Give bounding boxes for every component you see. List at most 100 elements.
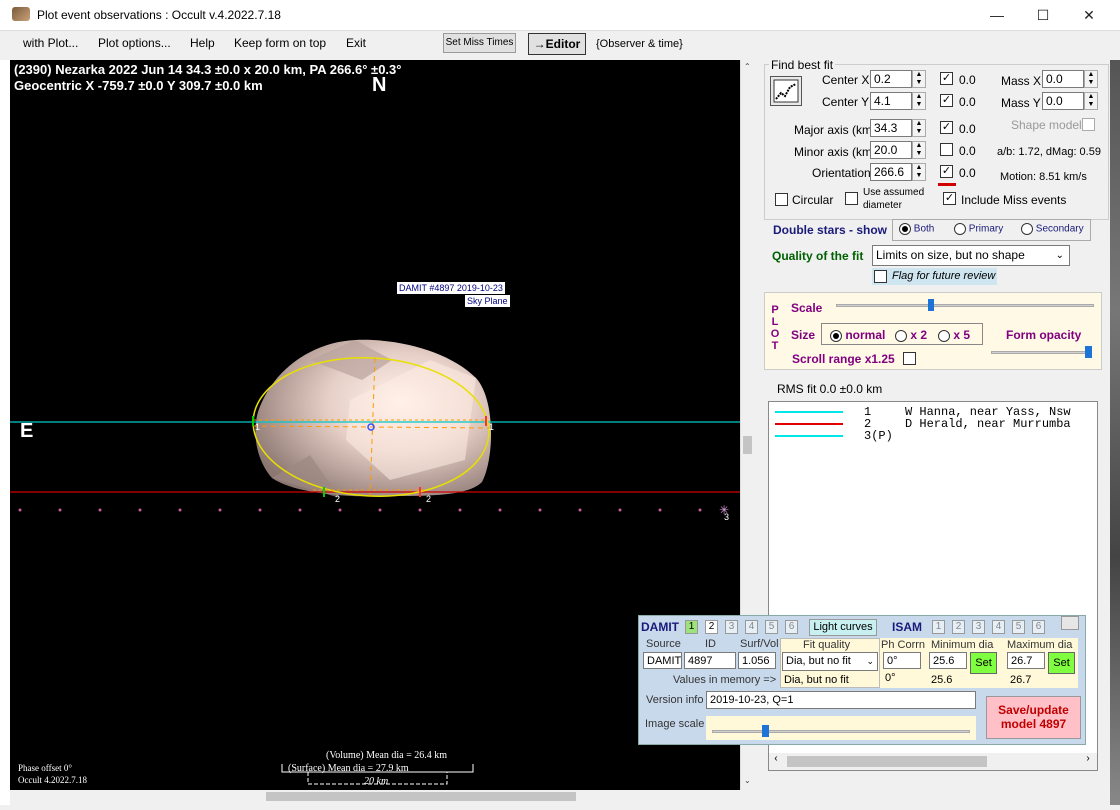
min-dia-header: Minimum dia xyxy=(931,639,994,651)
surfvol-field[interactable]: 1.056 xyxy=(738,652,776,669)
fit-graph-button[interactable] xyxy=(770,76,802,106)
use-assumed-checkbox[interactable] xyxy=(845,192,858,205)
scale-slider-thumb[interactable] xyxy=(928,299,934,311)
size-x5-radio[interactable]: x 5 xyxy=(938,328,970,342)
list-hscrollbar[interactable]: ‹ › xyxy=(769,753,1097,770)
minor-axis-spinner[interactable]: ▲ ▼ xyxy=(912,141,926,159)
size-normal-radio[interactable]: normal xyxy=(830,328,885,342)
plot-side-label: P L O T xyxy=(770,304,780,352)
both-radio[interactable]: Both xyxy=(899,223,934,235)
orientation-spinner[interactable]: ▲ ▼ xyxy=(912,163,926,181)
damit-tab-2[interactable]: 2 xyxy=(705,620,718,634)
isam-tab-6[interactable]: 6 xyxy=(1032,620,1045,634)
scroll-down-icon[interactable]: ⌄ xyxy=(744,776,751,785)
isam-tab-3[interactable]: 3 xyxy=(972,620,985,634)
list-hscroll-thumb[interactable] xyxy=(787,756,987,767)
size-normal-label: normal xyxy=(845,328,886,342)
mass-x-spinner[interactable]: ▲ ▼ xyxy=(1084,70,1098,88)
size-x2-dot[interactable] xyxy=(895,329,907,342)
both-radio-dot[interactable] xyxy=(899,223,911,235)
primary-radio-dot[interactable] xyxy=(954,223,966,235)
center-y-field[interactable]: 4.1 xyxy=(870,92,912,110)
center-x-spinner[interactable]: ▲ ▼ xyxy=(912,70,926,88)
close-button[interactable]: ✕ xyxy=(1066,0,1112,31)
orientation-field[interactable]: 266.6 xyxy=(870,163,912,181)
minor-axis-checkbox[interactable] xyxy=(940,143,953,156)
minimize-button[interactable]: — xyxy=(974,0,1020,31)
isam-tab-4[interactable]: 4 xyxy=(992,620,1005,634)
plot-canvas[interactable]: ✳ (2390) Nezarka 2022 Jun 14 34.3 ±0.0 x… xyxy=(10,60,740,790)
observer-2-name: D Herald, near Murrumba xyxy=(905,417,1071,431)
damit-tab-6[interactable]: 6 xyxy=(785,620,798,634)
max-dia-set-button[interactable]: Set xyxy=(1048,652,1075,674)
size-x2-radio[interactable]: x 2 xyxy=(895,328,927,342)
id-field[interactable]: 4897 xyxy=(684,652,736,669)
background-window-edge-right xyxy=(1110,60,1120,805)
scroll-range-checkbox[interactable] xyxy=(903,352,916,365)
min-dia-field[interactable]: 25.6 xyxy=(929,652,967,669)
phcorr-field[interactable]: 0° xyxy=(883,652,921,669)
max-dia-field[interactable]: 26.7 xyxy=(1007,652,1045,669)
values-memory-label: Values in memory => xyxy=(673,674,777,686)
scrollbar-thumb[interactable] xyxy=(743,436,752,454)
damit-panel-toggle[interactable] xyxy=(1061,616,1079,630)
save-update-model-button[interactable]: Save/update model 4897 xyxy=(986,696,1081,739)
damit-tab-3[interactable]: 3 xyxy=(725,620,738,634)
orientation-checkbox[interactable]: ✓ xyxy=(940,165,953,178)
size-normal-dot[interactable] xyxy=(830,329,842,342)
secondary-label: Secondary xyxy=(1035,223,1084,235)
menu-help[interactable]: Help xyxy=(190,36,215,50)
scroll-up-icon[interactable]: ⌃ xyxy=(744,62,751,71)
mass-y-field[interactable]: 0.0 xyxy=(1042,92,1084,110)
menu-exit[interactable]: Exit xyxy=(346,36,366,50)
include-miss-checkbox[interactable]: ✓ xyxy=(943,192,956,205)
opacity-slider[interactable] xyxy=(989,345,1096,365)
shape-model-checkbox[interactable] xyxy=(1082,118,1095,131)
editor-button[interactable]: →Editor xyxy=(528,33,586,55)
scale-slider[interactable] xyxy=(834,296,1096,316)
version-info-field[interactable]: 2019-10-23, Q=1 xyxy=(706,691,976,709)
quality-value: Limits on size, but no shape xyxy=(876,248,1025,262)
image-scale-thumb[interactable] xyxy=(762,725,769,737)
size-x5-dot[interactable] xyxy=(938,329,950,342)
scroll-right-icon[interactable]: › xyxy=(1085,754,1091,765)
scroll-left-icon[interactable]: ‹ xyxy=(773,754,779,765)
isam-tab-2[interactable]: 2 xyxy=(952,620,965,634)
major-axis-field[interactable]: 34.3 xyxy=(870,119,912,137)
maximize-button[interactable]: ☐ xyxy=(1020,0,1066,31)
flag-review-checkbox[interactable] xyxy=(874,270,887,283)
opacity-slider-thumb[interactable] xyxy=(1085,346,1092,358)
center-y-spinner[interactable]: ▲ ▼ xyxy=(912,92,926,110)
major-axis-spinner[interactable]: ▲ ▼ xyxy=(912,119,926,137)
damit-tab-5[interactable]: 5 xyxy=(765,620,778,634)
hscrollbar-thumb[interactable] xyxy=(266,792,576,801)
center-x-checkbox[interactable]: ✓ xyxy=(940,72,953,85)
damit-tab-4[interactable]: 4 xyxy=(745,620,758,634)
center-x-field[interactable]: 0.2 xyxy=(870,70,912,88)
circular-checkbox[interactable] xyxy=(775,193,788,206)
min-dia-set-button[interactable]: Set xyxy=(970,652,997,674)
secondary-radio[interactable]: Secondary xyxy=(1021,223,1084,235)
isam-tab-1[interactable]: 1 xyxy=(932,620,945,634)
damit-tab-1[interactable]: 1 xyxy=(685,620,698,634)
damit-model-label: DAMIT #4897 2019-10-23 xyxy=(397,282,505,294)
light-curves-button[interactable]: Light curves xyxy=(809,619,877,636)
plot-horizontal-scrollbar[interactable] xyxy=(10,790,740,803)
center-y-checkbox[interactable]: ✓ xyxy=(940,94,953,107)
image-scale-slider[interactable] xyxy=(706,716,976,740)
opacity-slider-track xyxy=(991,351,1091,354)
source-field[interactable]: DAMIT xyxy=(643,652,682,669)
set-miss-times-button[interactable]: Set Miss Times xyxy=(443,33,516,53)
secondary-radio-dot[interactable] xyxy=(1021,223,1033,235)
minor-axis-field[interactable]: 20.0 xyxy=(870,141,912,159)
menu-with-plot[interactable]: with Plot... xyxy=(23,36,78,50)
fit-quality-dropdown[interactable]: Dia, but no fit ⌄ xyxy=(782,652,878,671)
menu-plot-options[interactable]: Plot options... xyxy=(98,36,171,50)
mass-x-field[interactable]: 0.0 xyxy=(1042,70,1084,88)
primary-radio[interactable]: Primary xyxy=(954,223,1003,235)
quality-dropdown[interactable]: Limits on size, but no shape ⌄ xyxy=(872,245,1070,266)
menu-keep-on-top[interactable]: Keep form on top xyxy=(234,36,326,50)
mass-y-spinner[interactable]: ▲ ▼ xyxy=(1084,92,1098,110)
major-axis-checkbox[interactable]: ✓ xyxy=(940,121,953,134)
isam-tab-5[interactable]: 5 xyxy=(1012,620,1025,634)
